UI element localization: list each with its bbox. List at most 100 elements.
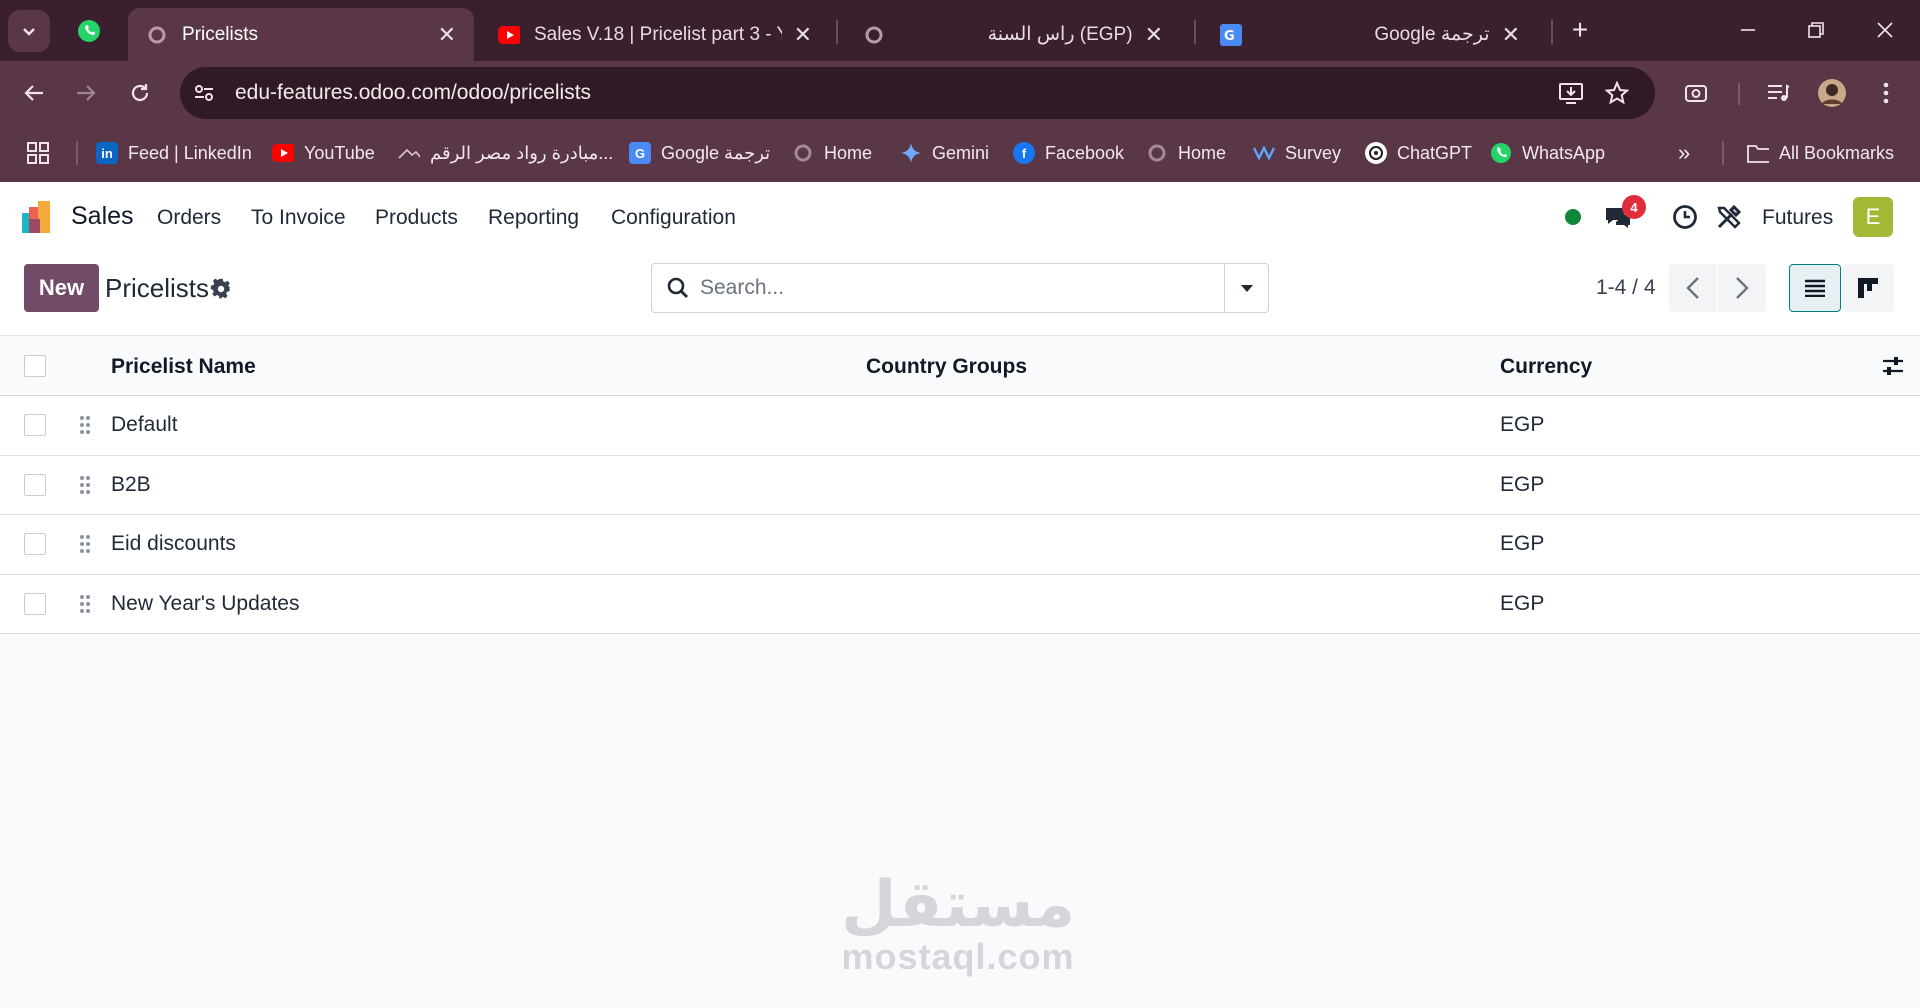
search-options-toggle[interactable] bbox=[1224, 264, 1268, 312]
site-info-button[interactable] bbox=[184, 73, 224, 113]
mostaql-watermark: مستقل mostaql.com bbox=[838, 873, 1078, 977]
row-checkbox[interactable] bbox=[24, 414, 46, 436]
bookmark-survey[interactable]: Survey bbox=[1253, 137, 1341, 169]
drag-handle-icon[interactable] bbox=[79, 534, 91, 554]
close-icon[interactable]: ✕ bbox=[1145, 22, 1163, 48]
tab-search-button[interactable] bbox=[8, 10, 50, 52]
menu-orders[interactable]: Orders bbox=[157, 206, 221, 230]
drag-handle-icon[interactable] bbox=[79, 594, 91, 614]
bookmark-google-translate[interactable]: G Google ترجمة bbox=[629, 137, 770, 169]
bookmark-home-1[interactable]: Home bbox=[792, 137, 872, 169]
install-app-button[interactable] bbox=[1551, 73, 1591, 113]
address-bar[interactable]: edu-features.odoo.com/odoo/pricelists bbox=[180, 67, 1655, 119]
optional-columns-icon[interactable] bbox=[1882, 356, 1904, 376]
cell-pricelist-name: Default bbox=[111, 413, 178, 436]
all-bookmarks-button[interactable]: All Bookmarks bbox=[1747, 137, 1894, 169]
cell-currency: EGP bbox=[1500, 532, 1545, 555]
bookmark-label: WhatsApp bbox=[1522, 142, 1606, 163]
close-window-button[interactable] bbox=[1857, 8, 1913, 52]
bookmark-chatgpt[interactable]: ChatGPT bbox=[1365, 137, 1472, 169]
odoo-icon bbox=[1146, 142, 1168, 164]
column-header-currency[interactable]: Currency bbox=[1500, 355, 1592, 379]
gear-icon[interactable] bbox=[210, 278, 232, 300]
survey-icon bbox=[1253, 142, 1275, 164]
app-name[interactable]: Sales bbox=[71, 202, 134, 231]
table-header: Pricelist Name Country Groups Currency bbox=[0, 337, 1920, 396]
svg-text:G: G bbox=[1224, 29, 1235, 44]
activity-button[interactable] bbox=[1671, 199, 1699, 235]
reload-button[interactable] bbox=[120, 73, 160, 113]
search-input[interactable] bbox=[700, 273, 1200, 303]
company-switcher[interactable]: Futures bbox=[1762, 206, 1833, 230]
pager-value[interactable]: 1-4 / 4 bbox=[1596, 276, 1656, 300]
cell-pricelist-name: Eid discounts bbox=[111, 532, 236, 555]
drag-handle-icon[interactable] bbox=[79, 415, 91, 435]
table-row[interactable]: New Year's Updates EGP bbox=[0, 574, 1920, 634]
minimize-icon bbox=[1741, 29, 1755, 31]
select-all-checkbox[interactable] bbox=[24, 355, 46, 377]
tab-youtube-video[interactable]: Sales V.18 | Pricelist part 3 - You ✕ bbox=[480, 8, 830, 61]
tab-pricelists[interactable]: Pricelists ✕ bbox=[128, 8, 474, 61]
tab-pricelist-new-year[interactable]: راس السنة (EGP) ✕ bbox=[845, 8, 1181, 61]
odoo-icon bbox=[146, 24, 168, 46]
minimize-button[interactable] bbox=[1720, 8, 1776, 52]
close-icon[interactable]: ✕ bbox=[1502, 22, 1520, 48]
bookmark-initiative[interactable]: مبادرة رواد مصر الرقم... bbox=[398, 137, 613, 169]
media-button[interactable] bbox=[1758, 73, 1798, 113]
row-checkbox[interactable] bbox=[24, 533, 46, 555]
lens-button[interactable] bbox=[1676, 73, 1716, 113]
bookmark-label: YouTube bbox=[304, 142, 375, 163]
whatsapp-icon bbox=[78, 20, 100, 42]
table-row[interactable]: B2B EGP bbox=[0, 455, 1920, 515]
table-row[interactable]: Default EGP bbox=[0, 396, 1920, 456]
bookmark-gemini[interactable]: Gemini bbox=[900, 137, 989, 169]
new-button[interactable]: New bbox=[24, 264, 99, 312]
kanban-view-button[interactable] bbox=[1842, 264, 1894, 312]
tab-separator bbox=[836, 20, 838, 44]
column-header-pricelist-name[interactable]: Pricelist Name bbox=[111, 355, 256, 379]
close-icon[interactable]: ✕ bbox=[438, 22, 456, 48]
row-checkbox[interactable] bbox=[24, 592, 46, 615]
list-view-button[interactable] bbox=[1789, 264, 1841, 312]
menu-configuration[interactable]: Configuration bbox=[611, 206, 736, 230]
cell-currency: EGP bbox=[1500, 472, 1545, 496]
bookmarks-separator bbox=[1722, 141, 1724, 165]
menu-reporting[interactable]: Reporting bbox=[488, 206, 579, 230]
menu-products[interactable]: Products bbox=[375, 206, 458, 230]
bookmark-label: ChatGPT bbox=[1397, 142, 1473, 163]
youtube-icon bbox=[272, 142, 294, 164]
row-checkbox[interactable] bbox=[24, 473, 46, 496]
apps-button[interactable] bbox=[26, 137, 50, 169]
bookmark-whatsapp[interactable]: WhatsApp bbox=[1490, 137, 1605, 169]
tab-google-translate[interactable]: G Google ترجمة ✕ bbox=[1202, 8, 1538, 61]
search-bar[interactable] bbox=[651, 263, 1269, 313]
column-header-country-groups[interactable]: Country Groups bbox=[866, 355, 1027, 379]
bookmark-star-button[interactable] bbox=[1597, 73, 1637, 113]
user-avatar[interactable]: E bbox=[1853, 197, 1893, 237]
bookmark-home-2[interactable]: Home bbox=[1146, 137, 1226, 169]
table-row[interactable]: Eid discounts EGP bbox=[0, 515, 1920, 575]
gemini-icon bbox=[900, 142, 922, 164]
bookmark-linkedin[interactable]: in Feed | LinkedIn bbox=[96, 137, 252, 169]
pinned-tab-whatsapp[interactable] bbox=[68, 10, 110, 52]
sales-app-logo-icon[interactable] bbox=[20, 199, 56, 235]
debug-tools-button[interactable] bbox=[1715, 199, 1743, 235]
pager-next-button[interactable] bbox=[1718, 264, 1766, 312]
cell-currency: EGP bbox=[1500, 591, 1545, 615]
bookmark-youtube[interactable]: YouTube bbox=[272, 137, 375, 169]
close-icon[interactable]: ✕ bbox=[794, 22, 812, 48]
restore-button[interactable] bbox=[1788, 8, 1844, 52]
url-text: edu-features.odoo.com/odoo/pricelists bbox=[235, 81, 592, 104]
menu-to-invoice[interactable]: To Invoice bbox=[251, 206, 346, 230]
forward-button[interactable] bbox=[66, 73, 106, 113]
drag-handle-icon[interactable] bbox=[79, 475, 91, 495]
profile-button[interactable] bbox=[1812, 73, 1852, 113]
more-bookmarks-button[interactable]: » bbox=[1678, 137, 1690, 169]
back-button[interactable] bbox=[14, 73, 54, 113]
chevron-left-icon bbox=[1686, 277, 1699, 299]
presence-status-dot bbox=[1564, 199, 1582, 235]
pager-previous-button[interactable] bbox=[1669, 264, 1717, 312]
browser-menu-button[interactable] bbox=[1866, 73, 1906, 113]
new-tab-button[interactable]: + bbox=[1550, 8, 1610, 52]
bookmark-facebook[interactable]: f Facebook bbox=[1013, 137, 1124, 169]
